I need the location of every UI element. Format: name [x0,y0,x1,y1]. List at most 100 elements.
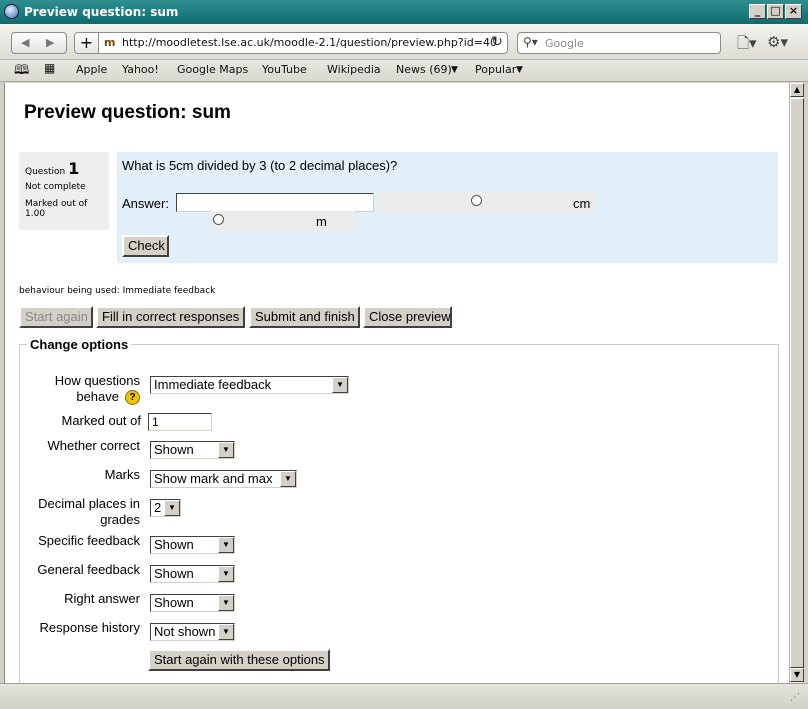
chevron-down-icon: ▼ [332,377,348,393]
close-window-button[interactable]: × [785,4,802,19]
response-history-value: Not shown [154,624,216,639]
search-icon: ⚲▾ [523,35,538,49]
submit-and-finish-button[interactable]: Submit and finish [249,306,360,328]
how-behave-select[interactable]: Immediate feedback ▼ [150,376,349,394]
how-behave-label-line2: behave [76,389,119,404]
close-preview-button[interactable]: Close preview [363,306,452,328]
bookmark-google-maps[interactable]: Google Maps [177,63,248,76]
search-placeholder: Google [545,37,584,50]
scroll-down-icon[interactable]: ▼ [790,668,804,682]
chevron-down-icon: ▼ [218,537,234,553]
response-history-label: Response history [39,620,140,635]
chevron-down-icon: ▼ [218,442,234,458]
help-icon[interactable]: ? [125,390,140,406]
question-content: What is 5cm divided by 3 (to 2 decimal p… [117,152,778,263]
decimal-places-label-line2: grades [100,512,140,527]
maximize-button[interactable]: □ [767,4,784,19]
right-answer-value: Shown [154,595,194,610]
chevron-down-icon: ▼ [218,595,234,611]
fill-correct-responses-button[interactable]: Fill in correct responses [96,306,245,328]
start-again-button[interactable]: Start again [19,306,93,328]
bookmark-apple[interactable]: Apple [76,63,107,76]
start-again-with-options-button[interactable]: Start again with these options [148,649,330,671]
chevron-down-icon: ▼ [164,500,180,516]
answer-label: Answer: [122,196,169,211]
window-title: Preview question: sum [24,5,179,19]
marked-out-of-label: Marked out of [25,199,88,209]
how-behave-label: How questions behave? [25,373,140,406]
right-answer-label: Right answer [64,591,140,606]
decimal-places-select[interactable]: 2 ▼ [150,499,181,517]
page-content: Preview question: sum Question 1 Not com… [4,83,789,683]
browser-globe-icon [4,4,19,19]
answer-input[interactable] [176,193,374,212]
unit-option-m [211,211,355,231]
decimal-places-label: Decimal places in grades [25,496,140,528]
browser-toolbar: ◀ ▶ + m http://moodletest.lse.ac.uk/mood… [0,24,808,60]
page-menu-icon[interactable]: 🗋▾ [737,33,757,58]
page-title: Preview question: sum [24,102,231,123]
right-answer-select[interactable]: Shown ▼ [150,594,235,612]
unit-radio-cm[interactable] [471,195,482,206]
decimal-places-value: 2 [154,500,162,515]
whether-correct-select[interactable]: Shown ▼ [150,441,235,459]
whether-correct-value: Shown [154,442,194,457]
address-bar[interactable]: + m http://moodletest.lse.ac.uk/moodle-2… [74,32,508,54]
moodle-favicon-icon: m [104,36,116,49]
mark-value: 1.00 [25,209,46,219]
bookmark-news[interactable]: News (69) [396,63,452,76]
behaviour-note: behaviour being used: Immediate feedback [19,286,216,296]
how-behave-value: Immediate feedback [154,377,272,392]
bookmark-wikipedia[interactable]: Wikipedia [327,63,381,76]
response-history-select[interactable]: Not shown ▼ [150,623,235,641]
question-text: What is 5cm divided by 3 (to 2 decimal p… [122,158,398,173]
marks-label: Marks [104,467,140,482]
bookmark-yahoo[interactable]: Yahoo! [122,63,159,76]
search-field[interactable]: ⚲▾ Google [517,32,721,54]
marked-out-of-option-label: Marked out of [61,413,142,428]
marks-select[interactable]: Show mark and max ▼ [150,470,297,488]
chevron-down-icon: ▼ [218,566,234,582]
nav-buttons: ◀ ▶ [11,32,67,54]
unit-option-cm [377,191,596,211]
marked-out-of-input[interactable]: 1 [148,413,212,431]
url-text[interactable]: http://moodletest.lse.ac.uk/moodle-2.1/q… [122,36,497,49]
general-feedback-value: Shown [154,566,194,581]
check-button[interactable]: Check [122,235,169,257]
reload-icon[interactable]: ↻ [491,34,503,50]
forward-icon[interactable]: ▶ [46,36,54,49]
question-state: Not complete [25,182,86,192]
bookmarks-bar: 🕮 ▦ Apple Yahoo! Google Maps YouTube Wik… [0,60,808,82]
minimize-button[interactable]: _ [749,4,766,19]
general-feedback-label: General feedback [37,562,140,577]
bookmark-youtube[interactable]: YouTube [262,63,307,76]
question-number: 1 [68,159,80,178]
scroll-up-icon[interactable]: ▲ [790,83,804,97]
vertical-scrollbar[interactable]: ▲ ▼ [789,83,804,683]
marks-value: Show mark and max [154,471,273,486]
bookmark-popular[interactable]: Popular [475,63,516,76]
change-options-legend: Change options [27,337,132,352]
gear-icon[interactable]: ⚙▾ [767,33,788,51]
top-sites-grid-icon[interactable]: ▦ [44,61,55,75]
add-bookmark-icon[interactable]: + [75,33,99,53]
reading-list-icon[interactable]: 🕮 [14,61,29,83]
window-title-bar: Preview question: sum _ □ × [0,0,808,24]
general-feedback-select[interactable]: Shown ▼ [150,565,235,583]
unit-radio-m[interactable] [213,214,224,225]
specific-feedback-label: Specific feedback [38,533,140,548]
unit-label-m: m [316,214,327,229]
news-dropdown-icon[interactable]: ▼ [451,65,458,75]
whether-correct-label: Whether correct [47,438,140,453]
scrollbar-thumb[interactable] [790,98,804,668]
specific-feedback-value: Shown [154,537,194,552]
question-label: Question [25,167,66,177]
unit-label-cm: cm [573,196,591,211]
popular-dropdown-icon[interactable]: ▼ [516,65,523,75]
chevron-down-icon: ▼ [280,471,296,487]
chevron-down-icon: ▼ [218,624,234,640]
specific-feedback-select[interactable]: Shown ▼ [150,536,235,554]
back-icon[interactable]: ◀ [21,36,29,49]
resize-grip-icon[interactable]: ⋰ [790,692,800,703]
status-bar: ⋰ [0,683,808,709]
